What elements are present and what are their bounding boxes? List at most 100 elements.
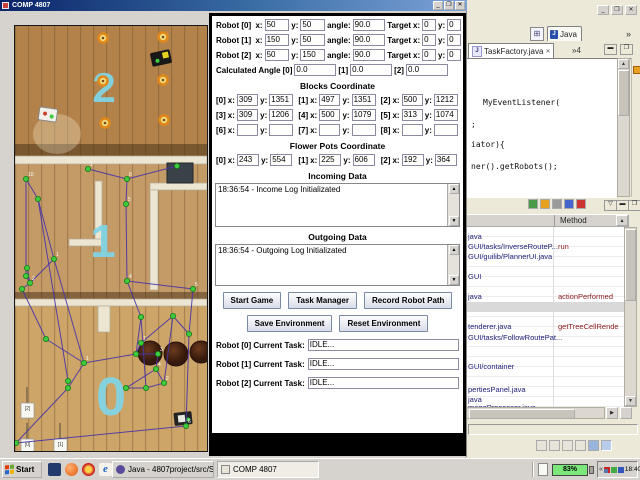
table-cell-method[interactable]: actionPerformed [558,292,613,301]
taskbar-task-eclipse[interactable]: Java - 4807project/src/S... [112,461,214,478]
sync-icon[interactable] [549,440,560,451]
scroll-down-icon[interactable]: ▼ [449,275,459,285]
robot-1-y-field[interactable]: 50 [300,34,325,46]
perspective-overflow-icon[interactable]: » [626,29,631,39]
block-3-y-field[interactable]: 1206 [269,109,293,121]
table-scrollbar[interactable]: ▼ [624,227,637,407]
block-2-x-field[interactable]: 500 [402,94,423,106]
outgoing-log-scrollbar[interactable]: ▲ ▼ [447,245,459,285]
volume-icon[interactable] [611,467,617,473]
table-row[interactable]: java [468,232,482,241]
search-results-table[interactable]: javaGUI/tasks/InverseRouteP...runGUI/gui… [466,227,624,407]
wand-icon[interactable] [575,440,586,451]
minimize-icon[interactable]: _ [433,1,443,10]
robot-0-y-field[interactable]: 50 [300,19,325,31]
perspective-switcher-icon[interactable]: ⊞ [530,27,544,41]
ruler-marker-icon[interactable] [633,66,640,74]
block-5-x-field[interactable]: 313 [402,109,423,121]
block-8-x-field[interactable] [402,124,423,136]
table-row[interactable]: pertiesPanel.java [468,385,526,394]
start-button[interactable]: Start [2,461,42,478]
block-0-y-field[interactable]: 1351 [269,94,293,106]
block-1-y-field[interactable]: 1351 [352,94,376,106]
doc-icon[interactable] [536,440,547,451]
block-2-y-field[interactable]: 1212 [434,94,458,106]
scrollbar-thumb[interactable] [618,70,629,116]
stop-icon[interactable] [552,199,562,209]
chart-icon[interactable] [564,199,574,209]
robot-2-target-x-field[interactable]: 0 [422,49,436,61]
table-row[interactable]: java [468,292,482,301]
scroll-up-icon[interactable]: ▲ [449,245,459,255]
robot-0-task-field[interactable]: IDLE... [308,339,459,351]
table-row[interactable]: tenderer.java [468,322,511,331]
tab-overflow-icon[interactable]: »4 [572,46,581,55]
table-row[interactable]: GUI/container [468,362,514,371]
table-hscrollbar[interactable] [466,407,605,419]
scroll-up-icon[interactable]: ▲ [618,59,629,69]
incoming-log[interactable]: 18:36:54 - Income Log Initializated ▲ ▼ [215,183,460,227]
robot-1-x-field[interactable]: 150 [265,34,290,46]
block-6-x-field[interactable] [237,124,258,136]
pot-1-y-field[interactable]: 606 [353,154,375,166]
calc-angle-1-field[interactable]: 0.0 [350,64,392,76]
taskbar-task-comp4807[interactable]: COMP 4807 [217,461,319,478]
step-over-icon[interactable] [528,199,538,209]
reset-environment-button[interactable]: Reset Environment [339,315,428,332]
media-player-icon[interactable] [48,463,61,476]
block-1-x-field[interactable]: 497 [319,94,340,106]
block-4-y-field[interactable]: 1079 [352,109,376,121]
tray-chevron-icon[interactable]: « [599,466,603,473]
task-manager-button[interactable]: Task Manager [288,292,357,309]
corner-resize-icon[interactable] [620,407,632,419]
edit-icon[interactable] [562,440,573,451]
scroll-up-icon[interactable]: ▲ [449,184,459,194]
scroll-down-icon[interactable]: ▼ [449,216,459,226]
table-row[interactable]: GUI/tasks/InverseRouteP... [468,242,558,251]
robot-2-angle-field[interactable]: 90.0 [353,49,386,61]
view-maximize2-icon[interactable]: ❐ [628,200,640,211]
block-0-x-field[interactable]: 309 [237,94,258,106]
block-3-x-field[interactable]: 309 [237,109,258,121]
incoming-log-scrollbar[interactable]: ▲ ▼ [447,184,459,226]
pot-0-x-field[interactable]: 243 [237,154,259,166]
block-4-x-field[interactable]: 500 [319,109,340,121]
table-scrollbar-thumb[interactable] [625,229,636,301]
robot-2-y-field[interactable]: 150 [300,49,325,61]
scroll-down-icon[interactable]: ▼ [625,396,636,406]
save-environment-button[interactable]: Save Environment [247,315,333,332]
hscrollbar-thumb[interactable] [469,409,575,419]
console-icon[interactable] [588,440,599,451]
code-editor[interactable]: MyEventListener(;iator){ner().getRobots(… [466,58,617,198]
firefox-icon[interactable] [65,463,78,476]
table-row[interactable] [466,302,624,312]
sort-icon[interactable]: ▲ [616,215,628,226]
vpn-icon[interactable] [618,467,624,473]
minimize-icon[interactable]: _ [597,5,609,15]
network-icon[interactable] [604,467,610,473]
pot-1-x-field[interactable]: 225 [319,154,341,166]
robot-1-angle-field[interactable]: 90.0 [353,34,386,46]
table-cell-method[interactable]: run [558,242,569,251]
opera-icon[interactable] [82,463,95,476]
calc-angle-0-field[interactable]: 0.0 [294,64,336,76]
block-5-y-field[interactable]: 1074 [434,109,458,121]
terminate-icon[interactable] [576,199,586,209]
start-game-button[interactable]: Start Game [223,292,282,309]
robot-0-target-y-field[interactable]: 0 [447,19,461,31]
restore-icon[interactable]: ❐ [611,5,623,15]
pot-0-y-field[interactable]: 554 [270,154,292,166]
robot-1-target-x-field[interactable]: 0 [422,34,436,46]
layout-icon[interactable] [601,440,612,451]
robot-0-angle-field[interactable]: 90.0 [353,19,386,31]
robot-1-task-field[interactable]: IDLE... [308,358,459,370]
robot-2-target-y-field[interactable]: 0 [447,49,461,61]
view-minimize-icon[interactable]: ▬ [604,44,617,55]
title-bar[interactable]: COMP 4807 _ ❐ ✕ [0,0,467,11]
table-row[interactable]: GUI [468,272,481,281]
robot-2-x-field[interactable]: 50 [265,49,290,61]
pot-2-y-field[interactable]: 364 [435,154,457,166]
close-icon[interactable]: ✕ [455,1,465,10]
column-divider[interactable] [554,215,555,227]
java-perspective-button[interactable]: J Java [547,26,582,41]
